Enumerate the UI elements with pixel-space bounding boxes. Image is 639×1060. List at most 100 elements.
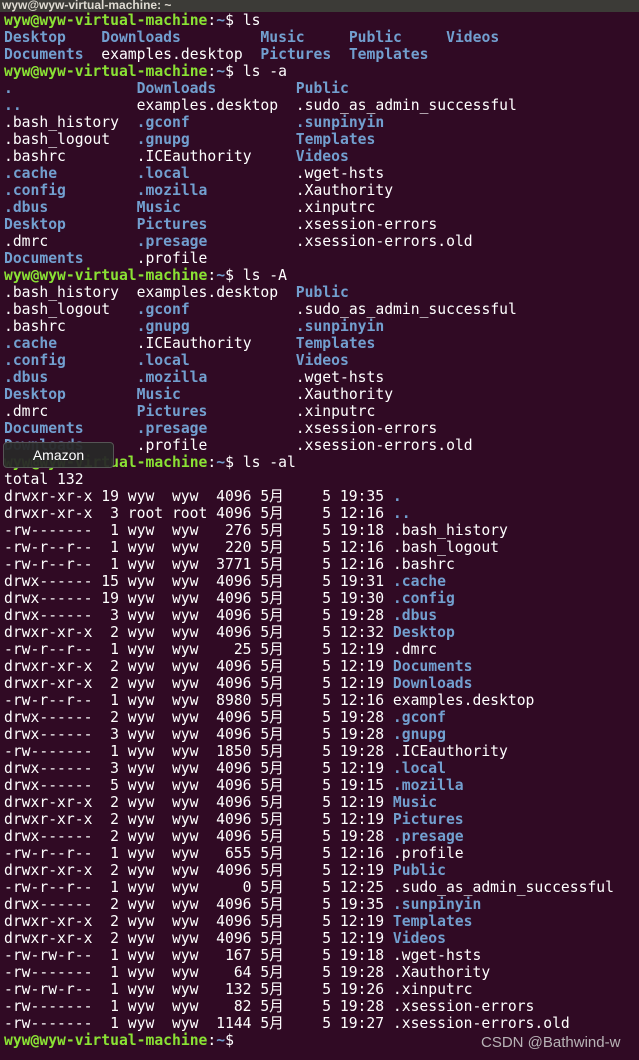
entry-group: wyw: [171, 692, 199, 709]
entry-size: 4096: [216, 726, 252, 743]
file-entry: .wget-hsts: [295, 369, 385, 386]
entry-owner: wyw: [127, 930, 155, 947]
long-listing-row: drwxr-xr-x 2 wyw wyw 4096 5月 5 12:19 Public: [4, 862, 614, 879]
directory-entry: .dbus: [4, 199, 49, 216]
directory-entry: Music: [392, 794, 438, 811]
directory-entry: .gconf: [136, 301, 190, 318]
entry-group: wyw: [171, 947, 199, 964]
directory-entry: Videos: [295, 352, 349, 369]
directory-entry: Templates: [295, 335, 376, 352]
long-listing-row: drwxr-xr-x 2 wyw wyw 4096 5月 5 12:19 Music: [4, 794, 614, 811]
directory-entry: Pictures: [136, 216, 208, 233]
directory-entry: Desktop: [4, 29, 66, 46]
long-listing-row: -rw-r--r-- 1 wyw wyw 25 5月 5 12:19 .dmrc: [4, 641, 614, 658]
file-entry: .Xauthority: [295, 182, 394, 199]
file-entry: .xsession-errors.old: [392, 1015, 570, 1032]
file-entry: .bash_history: [4, 114, 119, 131]
entry-day: 5: [322, 709, 332, 726]
entry-day: 5: [322, 522, 332, 539]
entry-group: wyw: [171, 981, 199, 998]
entry-mode: -rw-------: [4, 743, 93, 760]
entry-links: 1: [110, 981, 119, 998]
long-listing-row: -rw------- 1 wyw wyw 1144 5月 5 19:27 .xsession-e…: [4, 1015, 614, 1032]
file-entry: .dmrc: [4, 403, 49, 420]
entry-time: 19:28: [339, 828, 385, 845]
directory-entry: Public: [295, 284, 349, 301]
entry-links: 1: [110, 539, 119, 556]
entry-day: 5: [322, 505, 332, 522]
window-titlebar[interactable]: wyw@wyw-virtual-machine: ~: [0, 0, 639, 12]
file-entry: .profile: [136, 250, 208, 267]
directory-entry: Documents: [4, 250, 84, 267]
entry-links: 3: [110, 607, 119, 624]
entry-time: 12:32: [339, 624, 385, 641]
entry-mode: drwx------: [4, 760, 93, 777]
entry-time: 12:19: [339, 675, 385, 692]
entry-day: 5: [322, 794, 332, 811]
entry-month: 5月: [260, 862, 284, 879]
file-entry: .profile: [392, 845, 464, 862]
entry-mode: drwxr-xr-x: [4, 811, 93, 828]
directory-entry: Videos: [295, 148, 349, 165]
prompt-separator: :: [207, 63, 217, 80]
entry-links: 1: [110, 879, 119, 896]
prompt-path: ~: [216, 267, 226, 284]
entry-group: wyw: [171, 913, 199, 930]
entry-month: 5月: [260, 981, 284, 998]
directory-entry: .local: [392, 760, 446, 777]
listing-row: .dmrc .presage .xsession-errors.old: [4, 233, 614, 250]
entry-mode: drwx------: [4, 828, 93, 845]
entry-mode: drwx------: [4, 607, 93, 624]
directory-entry: .config: [4, 182, 66, 199]
entry-group: wyw: [171, 675, 199, 692]
entry-owner: wyw: [127, 862, 155, 879]
entry-links: 1: [110, 556, 119, 573]
directory-entry: .mozilla: [136, 182, 208, 199]
directory-entry: Desktop: [4, 216, 66, 233]
directory-entry: Pictures: [392, 811, 464, 828]
listing-row: .dmrc Pictures .xinputrc: [4, 403, 614, 420]
entry-links: 19: [101, 488, 119, 505]
entry-time: 12:19: [339, 794, 385, 811]
entry-day: 5: [322, 981, 332, 998]
long-listing-row: drwx------ 5 wyw wyw 4096 5月 5 19:15 .mozilla: [4, 777, 614, 794]
prompt-separator: :: [207, 12, 217, 29]
long-listing-row: drwxr-xr-x 3 root root 4096 5月 5 12:16..: [4, 505, 614, 522]
entry-day: 5: [322, 573, 332, 590]
entry-month: 5月: [260, 692, 284, 709]
file-entry: .bash_logout: [4, 131, 111, 148]
directory-entry: .cache: [4, 335, 58, 352]
entry-links: 1: [110, 947, 119, 964]
entry-group: wyw: [171, 862, 199, 879]
entry-day: 5: [322, 692, 332, 709]
entry-owner: wyw: [127, 743, 155, 760]
entry-month: 5月: [260, 505, 284, 522]
entry-links: 2: [110, 896, 119, 913]
entry-group: wyw: [171, 930, 199, 947]
prompt-symbol: $: [225, 454, 243, 471]
directory-entry: .config: [392, 590, 455, 607]
entry-time: 19:15: [339, 777, 385, 794]
directory-entry: Templates: [295, 131, 376, 148]
listing-row: .config .local Videos: [4, 352, 614, 369]
entry-time: 12:19: [339, 862, 385, 879]
entry-links: 3: [110, 505, 119, 522]
terminal-output[interactable]: wyw@wyw-virtual-machine:~$ ls Desktop Down…: [4, 12, 614, 1049]
entry-size: 4096: [216, 675, 252, 692]
file-entry: .sudo_as_admin_successful: [392, 879, 614, 896]
entry-size: 132: [224, 981, 252, 998]
directory-entry: Documents: [4, 46, 84, 63]
entry-group: wyw: [171, 573, 199, 590]
entry-links: 2: [110, 811, 119, 828]
file-entry: .sudo_as_admin_successful: [295, 301, 517, 318]
entry-size: 4096: [216, 913, 252, 930]
long-listing-row: drwx------ 2 wyw wyw 4096 5月 5 19:28 .presage: [4, 828, 614, 845]
entry-group: wyw: [171, 794, 199, 811]
entry-links: 15: [101, 573, 119, 590]
prompt-symbol: $: [225, 12, 243, 29]
file-entry: .xsession-errors: [295, 420, 438, 437]
directory-entry: .gconf: [392, 709, 446, 726]
directory-entry: Downloads: [101, 29, 181, 46]
entry-owner: wyw: [127, 879, 155, 896]
file-entry: .bashrc: [392, 556, 455, 573]
